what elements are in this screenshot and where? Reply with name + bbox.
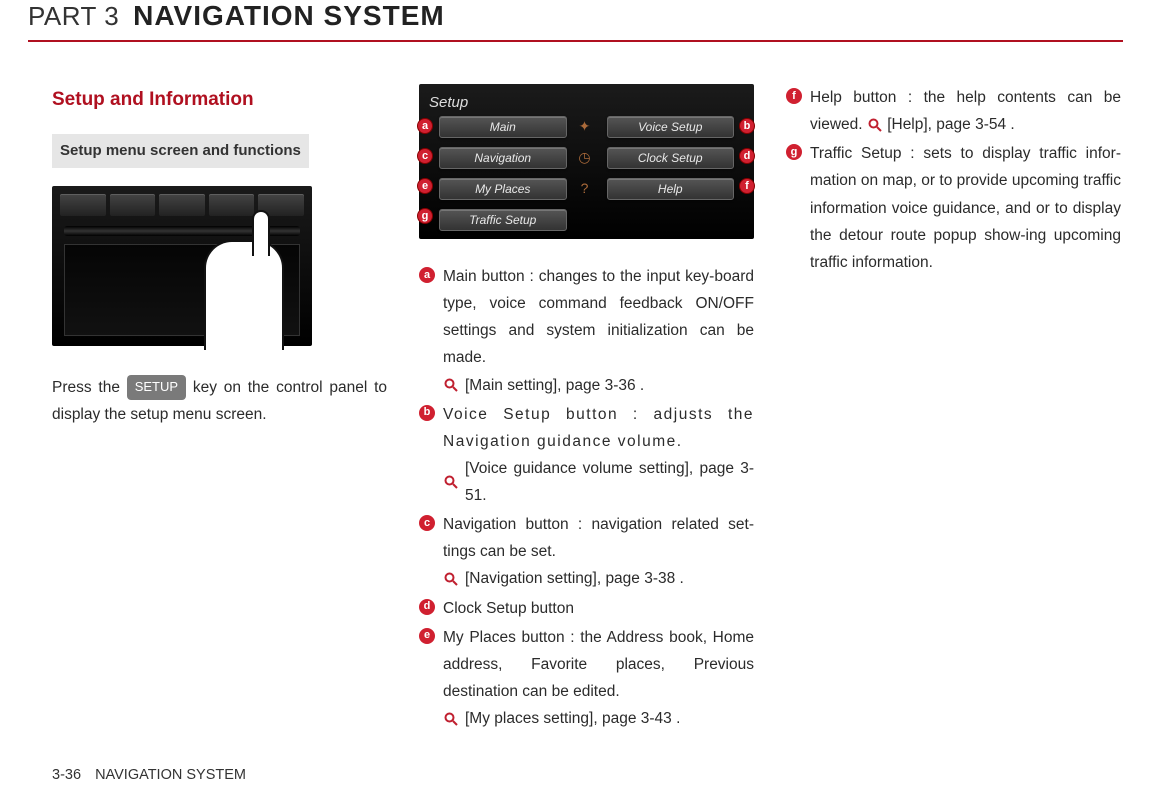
- item-g-text: Traffic Setup : sets to display traffic …: [810, 145, 1121, 271]
- magnifier-icon: [443, 474, 459, 490]
- badge-g: g: [786, 144, 802, 160]
- magnifier-icon: [443, 571, 459, 587]
- item-a-text: Main button : changes to the input key-b…: [443, 268, 754, 366]
- marker-d: d: [739, 148, 755, 164]
- page-footer: 3-36 NAVIGATION SYSTEM: [52, 767, 246, 783]
- clock-icon: ◷: [573, 146, 597, 170]
- marker-f: f: [739, 178, 755, 194]
- item-e: e My Places button : the Address book, H…: [419, 624, 754, 733]
- press-instruction: Press the SETUP key on the control panel…: [52, 374, 387, 428]
- item-b: b Voice Setup button : adjusts the Navig…: [419, 401, 754, 510]
- item-a: a Main button : changes to the input key…: [419, 263, 754, 399]
- item-c-text: Navigation button : navigation related s…: [443, 516, 754, 560]
- setup-btn-traffic: Traffic Setup: [439, 209, 567, 231]
- marker-b: b: [739, 118, 755, 134]
- section-title: Setup and Information: [52, 84, 387, 116]
- marker-a: a: [417, 118, 433, 134]
- item-e-ref: [My places setting], page 3-43 .: [465, 705, 680, 732]
- sub-header: Setup menu screen and functions: [52, 134, 309, 168]
- magnifier-icon: [443, 711, 459, 727]
- part-label: PART 3: [28, 1, 119, 32]
- item-f: f Help button : the help contents can be…: [786, 84, 1121, 138]
- item-d-text: Clock Setup button: [443, 600, 574, 617]
- item-b-ref: [Voice guidance volume setting], page 3-…: [465, 455, 754, 509]
- item-c: c Navigation button : navigation related…: [419, 511, 754, 592]
- control-panel-illustration: [52, 186, 312, 346]
- magnifier-icon: [443, 377, 459, 393]
- press-text-pre: Press the: [52, 379, 127, 396]
- marker-g: g: [417, 208, 433, 224]
- item-d: d Clock Setup button: [419, 595, 754, 622]
- badge-f: f: [786, 88, 802, 104]
- item-c-ref: [Navigation setting], page 3-38 .: [465, 565, 684, 592]
- column-3: f Help button : the help contents can be…: [786, 84, 1121, 734]
- setup-btn-navigation: Navigation: [439, 147, 567, 169]
- badge-b: b: [419, 405, 435, 421]
- setup-key-label: SETUP: [127, 375, 186, 400]
- column-2: Setup Main ✦ Voice Setup Navigation ◷ Cl…: [419, 84, 754, 734]
- setup-btn-clock: Clock Setup: [607, 147, 735, 169]
- part-title: NAVIGATION SYSTEM: [133, 0, 445, 32]
- badge-e: e: [419, 628, 435, 644]
- item-f-ref: [Help], page 3-54 .: [887, 116, 1015, 133]
- marker-c: c: [417, 148, 433, 164]
- badge-d: d: [419, 599, 435, 615]
- voice-icon: ✦: [573, 115, 597, 139]
- marker-e: e: [417, 178, 433, 194]
- setup-btn-myplaces: My Places: [439, 178, 567, 200]
- page-number: 3-36: [52, 767, 81, 783]
- help-q-icon: ?: [573, 177, 597, 201]
- badge-a: a: [419, 267, 435, 283]
- item-e-text: My Places button : the Address book, Hom…: [443, 629, 754, 700]
- setup-btn-help: Help: [607, 178, 735, 200]
- column-1: Setup and Information Setup menu screen …: [52, 84, 387, 734]
- magnifier-icon: [867, 117, 883, 133]
- badge-c: c: [419, 515, 435, 531]
- item-b-text: Voice Setup button : adjusts the Navigat…: [443, 406, 754, 450]
- item-g: g Traffic Setup : sets to display traffi…: [786, 140, 1121, 276]
- setup-window-title: Setup: [429, 90, 468, 116]
- footer-section: NAVIGATION SYSTEM: [95, 767, 246, 783]
- setup-screenshot: Setup Main ✦ Voice Setup Navigation ◷ Cl…: [419, 84, 754, 239]
- hand-icon: [204, 240, 284, 350]
- setup-btn-voice: Voice Setup: [607, 116, 735, 138]
- setup-btn-main: Main: [439, 116, 567, 138]
- item-a-ref: [Main setting], page 3-36 .: [465, 372, 644, 399]
